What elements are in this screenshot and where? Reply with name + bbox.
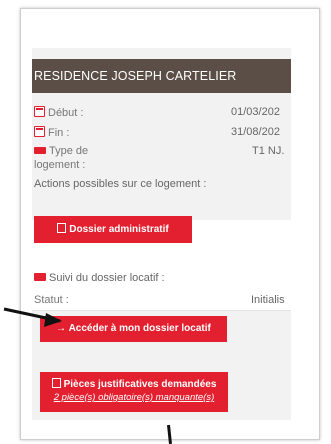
- arrow-head: [44, 313, 62, 327]
- pointer-arrow: [3, 307, 62, 327]
